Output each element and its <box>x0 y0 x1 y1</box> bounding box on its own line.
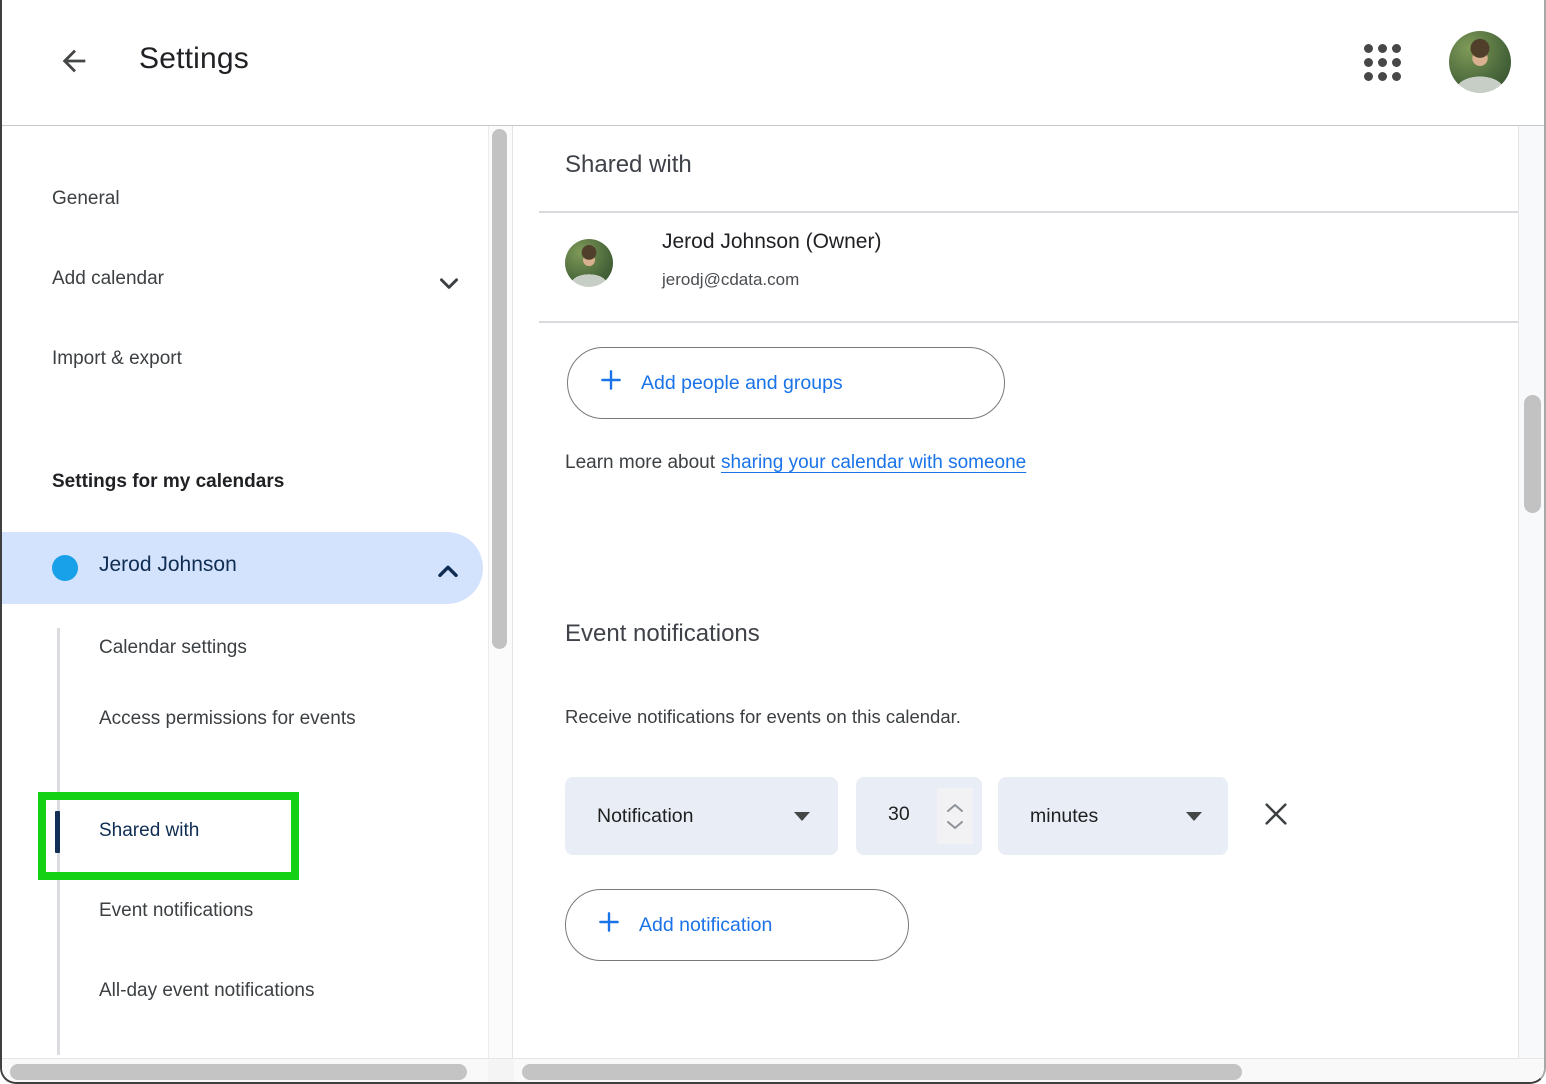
sidebar-item-import-export[interactable]: Import & export <box>52 343 182 375</box>
remove-notification-button[interactable] <box>1256 795 1296 835</box>
notification-unit-select[interactable]: minutes <box>998 777 1228 855</box>
sidebar-item-add-calendar[interactable]: Add calendar <box>52 263 164 295</box>
scrollbar-corner <box>488 1059 514 1084</box>
owner-email: jerodj@cdata.com <box>662 270 799 290</box>
account-avatar[interactable] <box>1449 31 1511 93</box>
notification-type-value: Notification <box>597 805 693 828</box>
sidebar-scrollbar-thumb[interactable] <box>492 129 507 649</box>
sidebar-calendar-jerod-johnson[interactable]: Jerod Johnson <box>2 532 483 604</box>
bottom-scrollbar-area <box>2 1058 1544 1084</box>
plus-icon <box>596 909 622 941</box>
add-people-label: Add people and groups <box>641 372 843 395</box>
sidebar-item-calendar-settings[interactable]: Calendar settings <box>99 628 247 668</box>
add-notification-label: Add notification <box>639 914 772 937</box>
google-apps-grid-icon[interactable] <box>1362 42 1402 82</box>
top-app-bar: Settings <box>2 0 1544 126</box>
owner-name: Jerod Johnson (Owner) <box>662 230 881 254</box>
back-button[interactable] <box>52 40 96 84</box>
page-title: Settings <box>139 42 249 76</box>
main-scrollbar-track[interactable] <box>1518 126 1546 1058</box>
close-x-icon <box>1260 798 1292 833</box>
sidebar-item-all-day-event-notifications[interactable]: All-day event notifications <box>99 971 314 1011</box>
caret-down-icon <box>1186 812 1202 821</box>
sharing-calendar-link[interactable]: sharing your calendar with someone <box>721 452 1026 473</box>
event-notifications-heading: Event notifications <box>565 620 760 648</box>
learn-more-text: Learn more about sharing your calendar wi… <box>565 452 1026 474</box>
sidebar-item-general[interactable]: General <box>52 183 120 215</box>
shared-with-heading: Shared with <box>565 151 692 179</box>
notification-minutes-value: 30 <box>888 803 910 826</box>
number-stepper[interactable] <box>937 788 973 844</box>
calendar-name: Jerod Johnson <box>99 553 237 577</box>
event-notifications-description: Receive notifications for events on this… <box>565 706 961 728</box>
active-item-indicator <box>55 811 60 853</box>
divider <box>539 321 1518 323</box>
chevron-down-icon[interactable] <box>434 268 464 303</box>
stepper-up-icon[interactable] <box>946 803 964 813</box>
plus-icon <box>598 367 624 399</box>
sidebar-item-shared-with[interactable]: Shared with <box>99 811 199 851</box>
caret-down-icon <box>794 812 810 821</box>
sidebar-item-access-permissions[interactable]: Access permissions for events <box>99 699 409 739</box>
settings-window: Settings General Add calendar Import & e… <box>0 0 1546 1084</box>
notification-minutes-input[interactable]: 30 <box>856 777 982 855</box>
divider <box>539 211 1518 213</box>
calendar-color-dot <box>52 555 78 581</box>
sidebar-item-event-notifications[interactable]: Event notifications <box>99 891 253 931</box>
stepper-down-icon[interactable] <box>946 820 964 830</box>
owner-avatar <box>565 239 613 287</box>
sidebar-horizontal-scrollbar-thumb[interactable] <box>10 1064 467 1080</box>
arrow-left-icon <box>57 44 91 81</box>
add-people-and-groups-button[interactable]: Add people and groups <box>567 347 1005 419</box>
chevron-up-icon[interactable] <box>432 556 464 593</box>
notification-type-select[interactable]: Notification <box>565 777 838 855</box>
learn-more-prefix: Learn more about <box>565 452 715 473</box>
sidebar-scrollbar-track[interactable] <box>488 126 513 1058</box>
main-scrollbar-thumb[interactable] <box>1524 395 1541 513</box>
sidebar-section-title: Settings for my calendars <box>52 471 284 493</box>
main-horizontal-scrollbar-thumb[interactable] <box>522 1064 1242 1080</box>
add-notification-button[interactable]: Add notification <box>565 889 909 961</box>
notification-unit-value: minutes <box>1030 805 1098 828</box>
